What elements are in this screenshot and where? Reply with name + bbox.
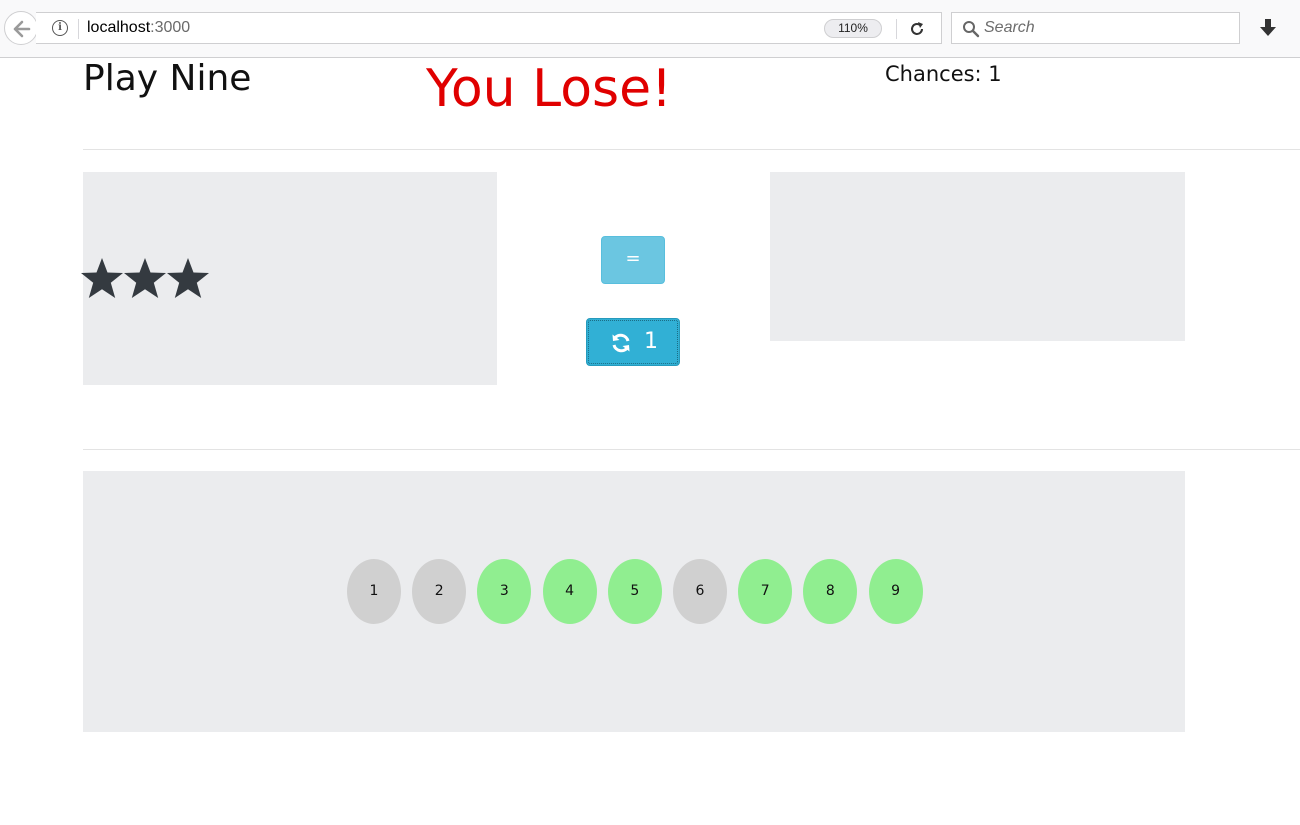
number-4[interactable]: 4 [542,559,597,624]
number-1[interactable]: 1 [347,559,401,624]
numbers-frame: 123456789 [83,471,1185,732]
number-8[interactable]: 8 [803,559,858,624]
zoom-badge[interactable]: 110% [824,19,882,38]
number-9[interactable]: 9 [868,559,923,624]
star-icon [167,258,209,298]
divider-top [83,149,1300,150]
number-2[interactable]: 2 [412,559,467,624]
url-separator [78,19,79,39]
number-3[interactable]: 3 [477,559,532,624]
url-host: localhost [87,19,151,36]
redraw-count: 1 [644,329,658,354]
number-5[interactable]: 5 [607,559,662,624]
redraw-button[interactable]: 1 [586,318,680,366]
search-icon [963,21,980,38]
page-title: Play Nine [83,58,252,99]
refresh-icon [612,333,630,353]
back-arrow-icon [13,20,31,38]
star-icon [81,258,123,298]
check-answer-button[interactable]: = [601,236,665,284]
back-button[interactable] [4,11,38,45]
url-text[interactable]: localhost:3000 [87,19,190,37]
star-icon [124,258,166,298]
address-bar[interactable]: i localhost:3000 110% [36,12,942,44]
browser-toolbar: i localhost:3000 110% [0,0,1300,58]
reload-icon[interactable] [908,20,926,38]
download-icon[interactable] [1258,18,1278,38]
search-bar[interactable] [951,12,1240,44]
number-6[interactable]: 6 [673,559,727,624]
stars-frame [81,172,497,385]
search-input[interactable] [984,17,1224,39]
info-icon[interactable]: i [52,20,68,36]
answer-frame [770,172,1185,341]
chances-counter: Chances: 1 [885,62,1002,86]
game-status-message: You Lose! [426,59,672,119]
divider-bottom [83,449,1300,450]
url-separator-right [896,19,897,39]
number-7[interactable]: 7 [738,559,793,624]
url-port: :3000 [150,19,191,36]
